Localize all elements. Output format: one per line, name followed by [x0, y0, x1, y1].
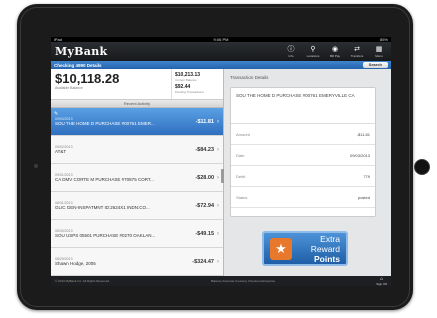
detail-value: -$11.81 — [356, 131, 370, 137]
transaction-amount: -$11.81 — [195, 118, 214, 125]
copyright: © 2013 MyBank Inc. All Rights Reserved. — [55, 279, 110, 283]
info-icon: ⓘ — [287, 45, 295, 53]
main-content: $10,118.28 Available Balance $10,213.13 … — [51, 69, 391, 276]
detail-value: 779 — [363, 173, 370, 179]
footer-note: Balance Accurate Courtesy Checkout Enter… — [210, 279, 276, 283]
transaction-amount: -$84.23 — [195, 146, 214, 153]
battery: 85% — [379, 37, 388, 42]
clock: 9:06 PM — [213, 37, 229, 42]
chevron-right-icon: › — [217, 118, 219, 125]
account-panel: $10,118.28 Available Balance $10,213.13 … — [51, 69, 227, 276]
details-description: SOU THE HOME D PURCHASE #00761 EMERYVILL… — [231, 88, 375, 124]
promo-line2: Points — [314, 253, 340, 264]
reward-star-icon: ★ — [270, 237, 292, 260]
nav-info[interactable]: ⓘ Info — [283, 46, 299, 58]
header-nav: ⓘ Info ⚲ Locations ◉ Bill Pay ⇄ Transfers ▦ M… — [283, 46, 387, 58]
detail-label: Debit — [236, 173, 246, 179]
promo-line1: Extra Reward — [310, 233, 340, 254]
pin-icon: ✎ — [54, 111, 59, 117]
nav-locations[interactable]: ⚲ Locations — [305, 46, 321, 58]
transaction-list: ✎ 09/03/2013 SOU THE HOME D PURCHASE #0076… — [51, 108, 223, 276]
details-title: Transaction Details — [230, 75, 269, 80]
transaction-text: 09/01/2013 CA DMV CORTE M PURCHASE #70875… — [55, 173, 195, 182]
detail-label: Date — [236, 152, 245, 158]
detail-row-amount: Amount -$11.81 — [231, 124, 375, 145]
sign-off-button[interactable]: ⌂ Sign Off — [376, 276, 387, 286]
nav-label: Menu — [375, 53, 383, 58]
nav-label: Info — [288, 53, 294, 58]
transaction-description: Shawn Hodge, 2005 — [55, 261, 96, 266]
detail-label: Status — [236, 194, 248, 200]
detail-label: Amount — [236, 131, 250, 137]
nav-menu[interactable]: ▦ Menu — [371, 46, 387, 58]
transaction-text: 08/31/2013 GLIC GEN-INSPATMNT ID:2624X1 I… — [55, 201, 195, 210]
transaction-description: CA DMV CORTE M PURCHASE #70875 CORT... — [55, 177, 154, 182]
transaction-description: SOU THE HOME D PURCHASE #00761 EMER... — [55, 121, 155, 126]
transaction-row[interactable]: ✎ 09/03/2013 SOU THE HOME D PURCHASE #0076… — [51, 108, 223, 136]
transaction-text: 08/29/2013 Shawn Hodge, 2005 — [55, 257, 192, 266]
transaction-description: SOU USPS 05501 PURCHASE #0270 OAKLAN... — [55, 233, 156, 238]
chevron-right-icon: › — [217, 146, 219, 153]
available-balance-block: $10,118.28 Available Balance — [51, 69, 171, 99]
nav-bill-pay[interactable]: ◉ Bill Pay — [327, 46, 343, 58]
chevron-right-icon: › — [217, 174, 219, 181]
transaction-row[interactable]: 08/31/2013 GLIC GEN-INSPATMNT ID:2624X1 I… — [51, 192, 223, 220]
transaction-amount: -$28.00 — [195, 174, 214, 181]
detail-row-debit: Debit 779 — [231, 166, 375, 187]
home-button[interactable] — [414, 159, 430, 175]
transaction-text: 08/30/2013 SOU USPS 05501 PURCHASE #0270 … — [55, 229, 195, 238]
current-balance-label: Current Balance — [175, 78, 197, 82]
app-header: MyBank ⓘ Info ⚲ Locations ◉ Bill Pay ⇄ Trans… — [51, 42, 391, 61]
nav-label: Transfers — [350, 53, 364, 58]
chevron-right-icon: › — [217, 230, 219, 237]
chevron-right-icon: › — [217, 202, 219, 209]
app-footer: © 2013 MyBank Inc. All Rights Reserved. … — [51, 276, 391, 286]
transaction-text: 09/03/2013 SOU THE HOME D PURCHASE #00761… — [55, 117, 196, 126]
transaction-row[interactable]: 08/29/2013 Shawn Hodge, 2005 -$324.47 › — [51, 248, 223, 276]
bill-pay-icon: ◉ — [331, 45, 339, 53]
details-card: SOU THE HOME D PURCHASE #00761 EMERYVILL… — [230, 87, 376, 217]
transaction-row[interactable]: 08/30/2013 SOU USPS 05501 PURCHASE #0270 … — [51, 220, 223, 248]
detail-value: 09/03/2013 — [349, 152, 370, 158]
nav-transfers[interactable]: ⇄ Transfers — [349, 46, 365, 58]
grid-icon: ▦ — [375, 45, 383, 53]
transaction-amount: -$324.47 — [192, 258, 214, 265]
app-screen: iPad 9:06 PM 85% MyBank ⓘ Info ⚲ Locations… — [51, 37, 391, 286]
nav-label: Locations — [306, 53, 320, 58]
sign-off-label: Sign Off — [376, 281, 387, 286]
balance-details: $10,213.13 Current Balance $92.44 Pendin… — [171, 69, 223, 99]
carrier: iPad — [54, 37, 63, 42]
transaction-details-panel: Transaction Details SOU THE HOME D PURCH… — [224, 69, 391, 276]
balance-summary: $10,118.28 Available Balance $10,213.13 … — [51, 69, 223, 100]
available-balance-label: Available Balance — [55, 86, 83, 90]
camera — [34, 164, 38, 168]
extra-reward-points-banner[interactable]: ★ Extra Reward Points — [262, 231, 348, 266]
detail-value: posted — [357, 194, 370, 200]
recent-activity-header: Recent Activity — [51, 100, 223, 108]
account-title: Checking 4990 Details — [54, 62, 102, 68]
subheader: Checking 4990 Details Search — [51, 61, 391, 69]
transaction-amount: -$49.15 — [195, 230, 214, 237]
transaction-description: GLIC GEN-INSPATMNT ID:2624X1 INDN:CO... — [55, 205, 150, 210]
nav-label: Bill Pay — [329, 53, 340, 58]
detail-row-date: Date 09/03/2013 — [231, 145, 375, 166]
chevron-right-icon: › — [217, 258, 219, 265]
transaction-row[interactable]: 09/01/2013 CA DMV CORTE M PURCHASE #70875… — [51, 164, 223, 192]
transaction-amount: -$72.94 — [195, 202, 214, 209]
transaction-description: AT&T — [55, 149, 67, 154]
search-button[interactable]: Search — [362, 62, 388, 68]
transfer-icon: ⇄ — [354, 45, 360, 53]
transaction-row[interactable]: 09/02/2013 AT&T -$84.23 › — [51, 136, 223, 164]
pending-label: Pending Transactions — [175, 90, 204, 94]
app-logo: MyBank — [55, 45, 108, 58]
transaction-text: 09/02/2013 AT&T — [55, 145, 195, 154]
location-pin-icon: ⚲ — [310, 45, 316, 53]
detail-row-status: Status posted — [231, 187, 375, 208]
available-balance: $10,118.28 — [55, 71, 120, 86]
